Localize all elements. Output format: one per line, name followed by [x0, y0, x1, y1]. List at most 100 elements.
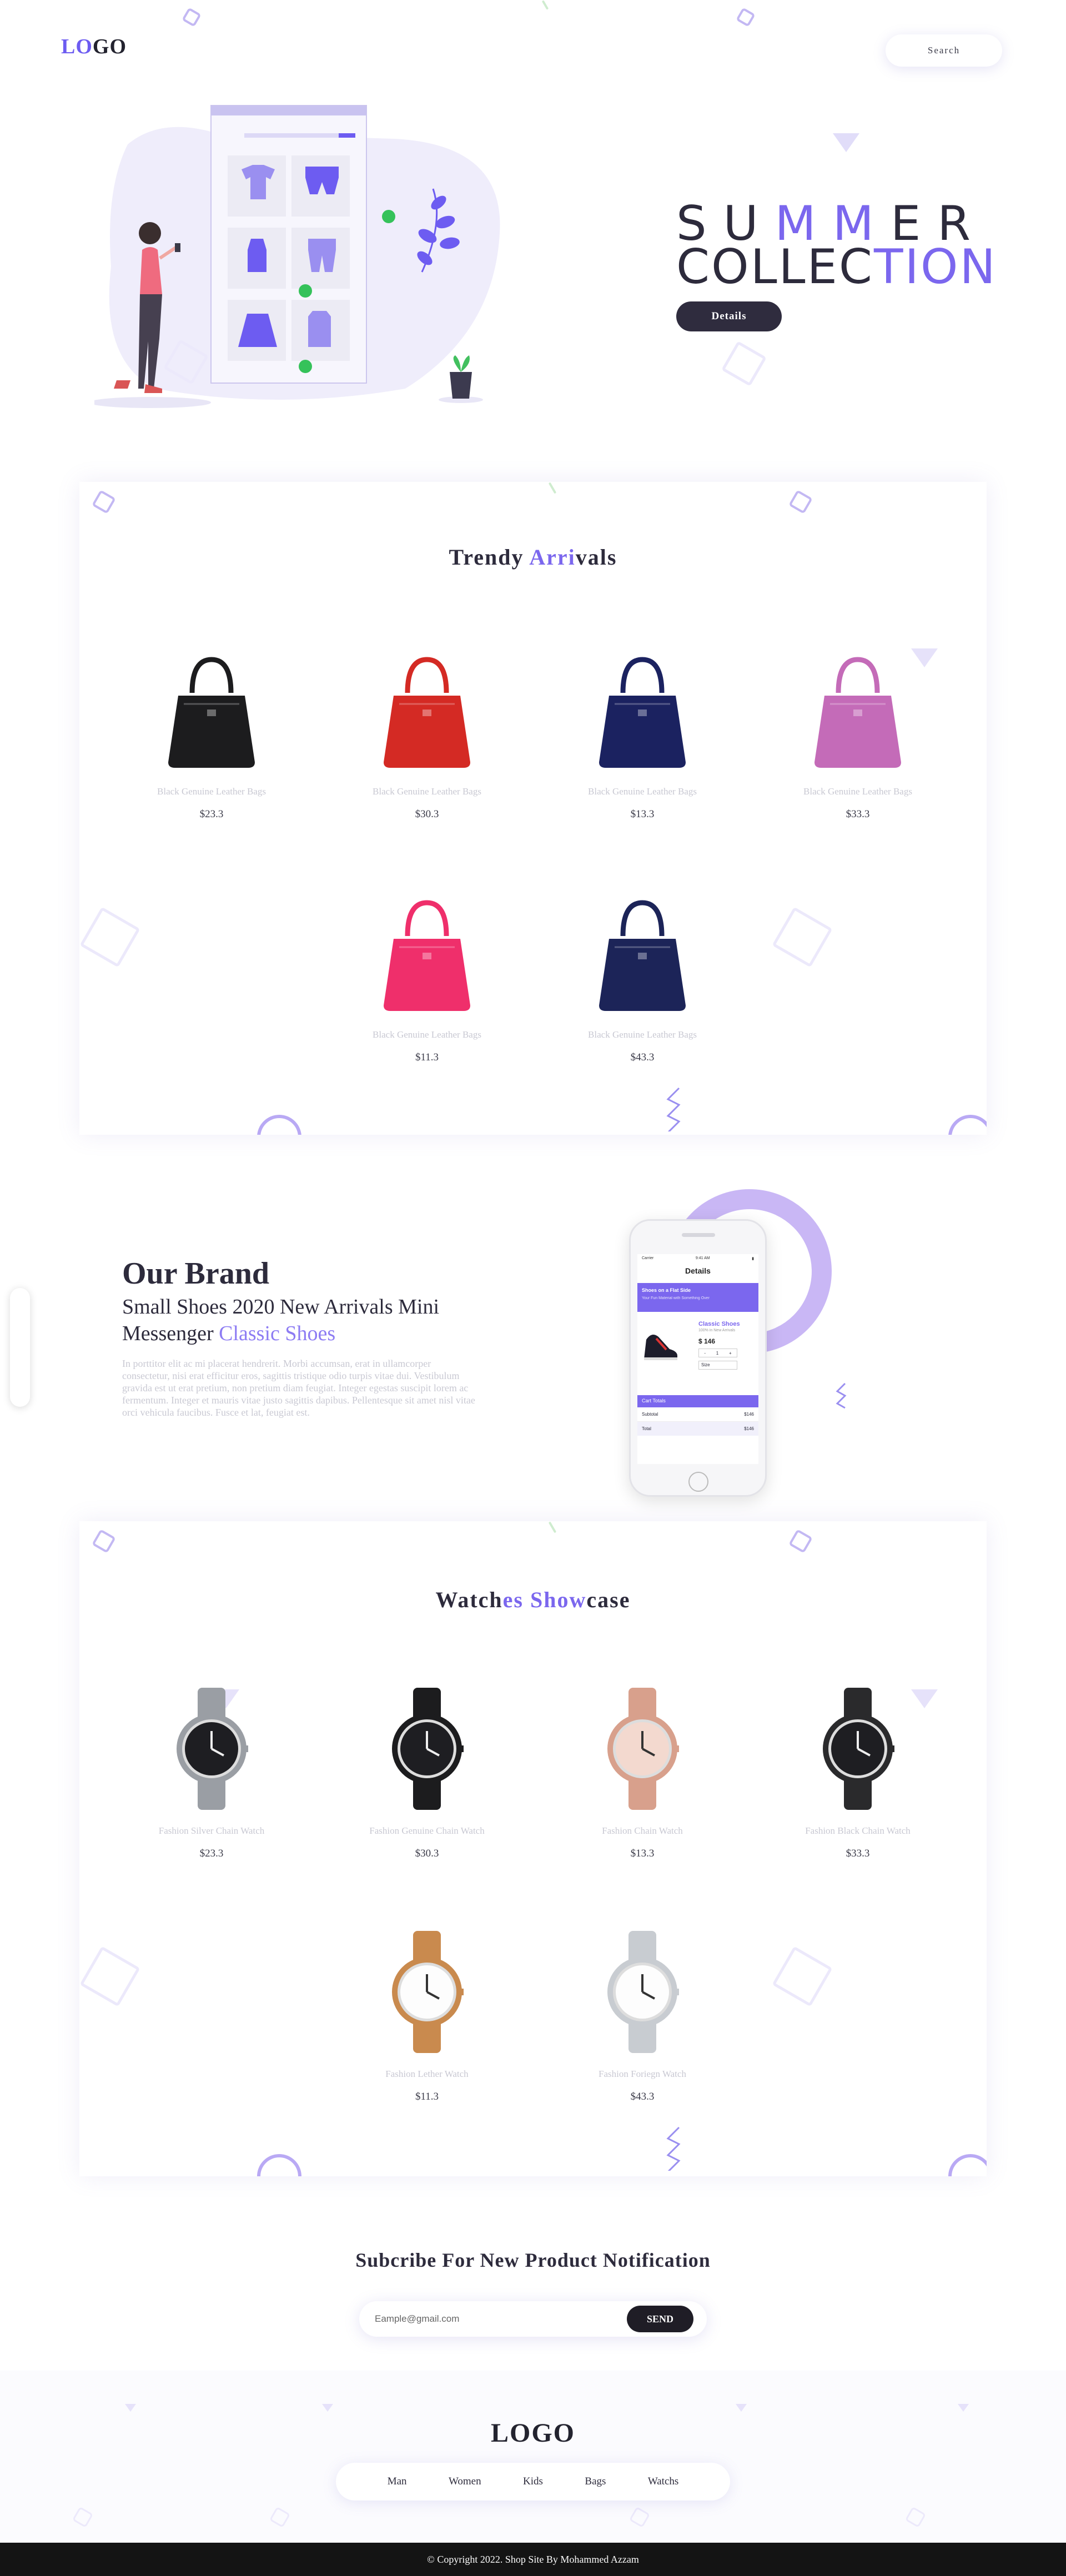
arrivals-card[interactable]: Black Genuine Leather Bags $23.3 [128, 643, 295, 821]
product-price: $13.3 [630, 808, 655, 820]
decor-triangle [958, 2404, 969, 2412]
product-price: $23.3 [199, 808, 224, 820]
shopping-illustration [94, 105, 500, 408]
arrivals-card[interactable]: Black Genuine Leather Bags $43.3 [559, 886, 726, 1064]
decor-zigzag [666, 2126, 681, 2171]
logo-text-dark: GO [92, 35, 127, 58]
product-name: Fashion Foriegn Watch [599, 2069, 686, 2079]
product-name: Black Genuine Leather Bags [803, 786, 912, 797]
product-name: Black Genuine Leather Bags [373, 1029, 481, 1040]
product-name: Black Genuine Leather Bags [157, 786, 266, 797]
decor-arc [948, 1115, 987, 1135]
decor-square [92, 1529, 116, 1553]
product-name: Black Genuine Leather Bags [588, 1029, 697, 1040]
decor-square [79, 907, 140, 968]
watch-icon [823, 1688, 894, 1810]
watches-showcase-section: Watches Showcase Fashion Silver Chain Wa… [79, 1521, 987, 2176]
footer-nav: Man Women Kids Bags Watchs [336, 2463, 730, 2500]
email-field[interactable] [375, 2308, 608, 2330]
footer-nav-women[interactable]: Women [449, 2476, 481, 2488]
subtotal-row: Subtotal $146 [637, 1407, 758, 1422]
phone-status-bar: Carrier 9:41 AM ▮ [642, 1256, 754, 1261]
decor-zigzag [666, 1087, 681, 1131]
product-name: Fashion Genuine Chain Watch [369, 1825, 485, 1836]
decor-triangle [322, 2404, 333, 2412]
phone-mockup: Carrier 9:41 AM ▮ Details Shoes on a Flat … [629, 1219, 767, 1497]
watch-icon [392, 1688, 464, 1810]
brand-title: Our Brand [122, 1256, 270, 1291]
arrivals-card[interactable]: Black Genuine Leather Bags $33.3 [775, 643, 941, 821]
copyright-bar: © Copyright 2022. Shop Site By Mohammed … [0, 2543, 1066, 2576]
decor-zigzag [836, 1382, 847, 1409]
trendy-arrivals-section: Trendy Arrivals Black Genuine Leather Ba… [79, 482, 987, 1135]
footer-nav-watchs[interactable]: Watchs [648, 2476, 678, 2488]
handbag-icon [168, 657, 255, 768]
decor-square [788, 490, 813, 514]
logo-text-accent: LO [61, 35, 93, 58]
watches-card[interactable]: Fashion Silver Chain Watch $23.3 [128, 1682, 295, 1860]
watch-icon [607, 1688, 679, 1810]
phone-screen: Carrier 9:41 AM ▮ Details Shoes on a Flat … [637, 1254, 758, 1464]
arrivals-card[interactable]: Black Genuine Leather Bags $11.3 [344, 886, 510, 1064]
watch-icon [392, 1931, 464, 2053]
decor-square [736, 7, 756, 27]
watches-card[interactable]: Fashion Genuine Chain Watch $30.3 [344, 1682, 510, 1860]
product-price: $43.3 [630, 2091, 655, 2102]
product-price: $30.3 [415, 808, 439, 820]
decor-square [92, 490, 116, 514]
product-name: Fashion Silver Chain Watch [158, 1825, 265, 1836]
phone-home-button [688, 1472, 708, 1492]
shoe-icon [644, 1335, 677, 1360]
side-tab[interactable] [10, 1288, 30, 1407]
watch-icon [607, 1931, 679, 2053]
quantity-stepper[interactable]: -1 + [698, 1349, 737, 1357]
decor-arc [257, 2154, 301, 2176]
watches-card[interactable]: Fashion Foriegn Watch $43.3 [559, 1925, 726, 2103]
decor-square [772, 907, 833, 968]
phone-banner: Shoes on a Flat Side Your Fun Material w… [637, 1283, 758, 1312]
send-button[interactable]: SEND [627, 2306, 693, 2332]
decor-line [548, 482, 557, 494]
watches-card[interactable]: Fashion Black Chain Watch $33.3 [775, 1682, 941, 1860]
product-name: Fashion Black Chain Watch [805, 1825, 911, 1836]
brand-description: In porttitor elit ac mi placerat hendrer… [122, 1358, 475, 1418]
footer-nav-man[interactable]: Man [388, 2476, 407, 2488]
product-price: $11.3 [415, 2091, 439, 2102]
decor-square [269, 2506, 291, 2528]
decor-triangle [125, 2404, 136, 2412]
product-price: $30.3 [415, 1848, 439, 1859]
watch-icon [177, 1688, 248, 1810]
footer-nav-kids[interactable]: Kids [523, 2476, 543, 2488]
product-price: $33.3 [846, 1848, 870, 1859]
decor-square [721, 341, 767, 386]
subscribe-form: SEND [359, 2301, 707, 2337]
watches-card[interactable]: Fashion Chain Watch $13.3 [559, 1682, 726, 1860]
product-price: $11.3 [415, 1051, 439, 1063]
arrivals-card[interactable]: Black Genuine Leather Bags $30.3 [344, 643, 510, 821]
footer-logo[interactable]: LOGO [0, 2418, 1066, 2448]
decor-triangle [736, 2404, 747, 2412]
decor-square [79, 1946, 140, 2007]
footer-nav-bags[interactable]: Bags [585, 2476, 606, 2488]
product-name: Black Genuine Leather Bags [373, 786, 481, 797]
handbag-icon [599, 657, 686, 768]
hero-details-button[interactable]: Details [676, 301, 782, 331]
product-price: $43.3 [630, 1051, 655, 1063]
handbag-icon [384, 900, 470, 1011]
handbag-icon [384, 657, 470, 768]
section-title: Watches Showcase [435, 1587, 631, 1612]
decor-line [541, 0, 549, 10]
decor-square [628, 2506, 651, 2528]
phone-speaker [682, 1233, 715, 1237]
subscribe-title: Subcribe For New Product Notification [355, 2249, 711, 2271]
size-select[interactable]: Size [698, 1361, 737, 1370]
site-logo[interactable]: LOGO [61, 34, 127, 59]
arrivals-card[interactable]: Black Genuine Leather Bags $13.3 [559, 643, 726, 821]
watches-card[interactable]: Fashion Lether Watch $11.3 [344, 1925, 510, 2103]
product-name: Fashion Lether Watch [385, 2069, 469, 2079]
footer [0, 2371, 1066, 2543]
handbag-icon [814, 657, 901, 768]
search-button[interactable]: Search [886, 34, 1002, 67]
decor-square [182, 7, 202, 27]
cart-totals-header: Cart Totals [637, 1395, 758, 1407]
